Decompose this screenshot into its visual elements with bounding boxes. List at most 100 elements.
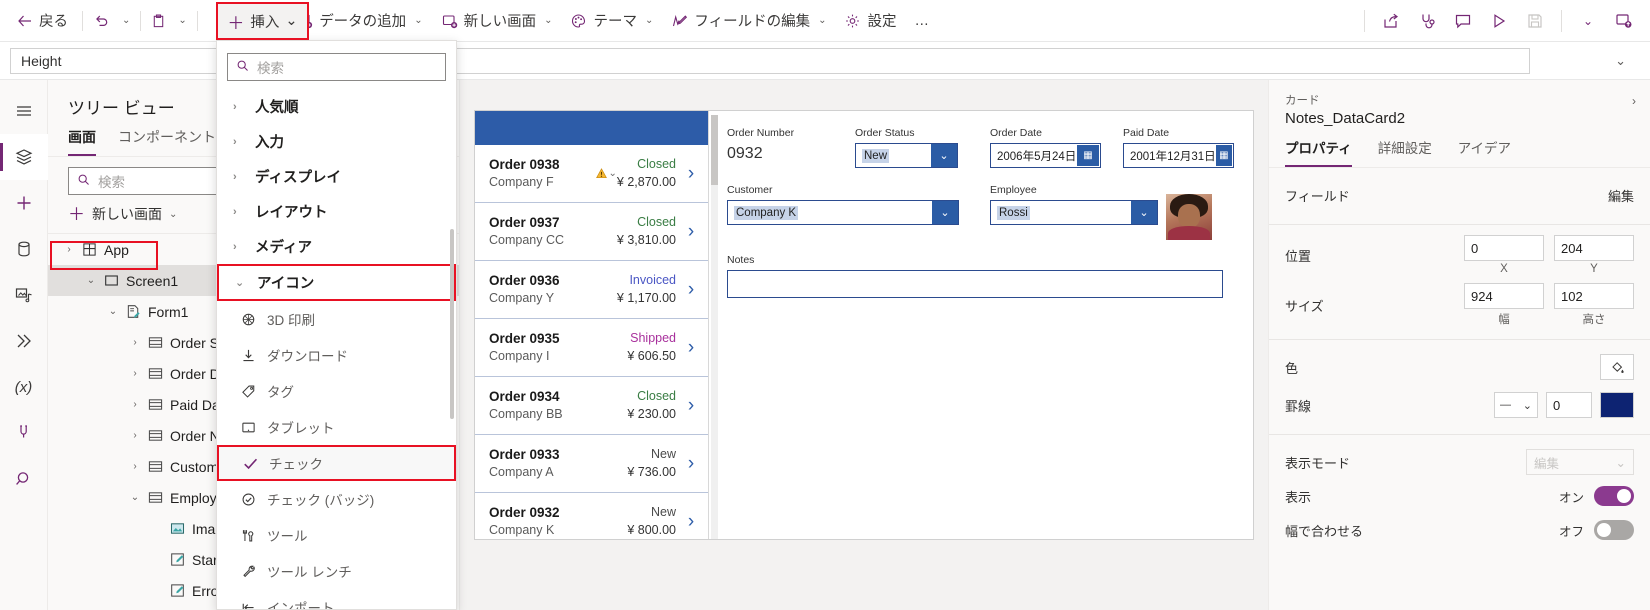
paid-date-input[interactable]: 2001年12月31日 ▦ xyxy=(1123,143,1234,168)
expander-icon[interactable]: › xyxy=(126,399,144,410)
search-icon[interactable] xyxy=(0,456,48,502)
insert-icon-item-import[interactable]: インポート xyxy=(217,589,456,609)
border-width-input[interactable]: 0 xyxy=(1546,392,1592,418)
insert-icon-item-tag[interactable]: タグ xyxy=(217,373,456,409)
insert-icon-item-download[interactable]: ダウンロード xyxy=(217,337,456,373)
insert-icon[interactable] xyxy=(0,180,48,226)
insert-panel-scrollbar[interactable] xyxy=(450,229,454,419)
insert-button[interactable]: ＋ 挿入 ⌄ xyxy=(216,2,309,40)
insert-category-item-4[interactable]: › メディア xyxy=(217,229,456,264)
media-icon[interactable] xyxy=(0,272,48,318)
edit-fields-button[interactable]: フィールドの編集 ⌄ xyxy=(662,4,835,38)
formula-bar-collapse-icon[interactable]: ⌄ xyxy=(1615,53,1640,69)
power-automate-icon[interactable] xyxy=(0,318,48,364)
insert-icon-item-check-badge[interactable]: チェック (バッジ) xyxy=(217,481,456,517)
insert-icon-item-wrench[interactable]: ツール レンチ xyxy=(217,553,456,589)
chevron-right-icon[interactable]: › xyxy=(680,337,702,359)
theme-button[interactable]: テーマ ⌄ xyxy=(561,4,662,38)
expander-icon[interactable]: ⌄ xyxy=(82,275,100,286)
tab-screens[interactable]: 画面 xyxy=(68,127,96,156)
insert-icon-item-check[interactable]: チェック xyxy=(217,445,456,481)
expander-icon[interactable]: › xyxy=(60,244,78,255)
gallery-item[interactable]: Order 0938 Company F ⌄ Closed ¥ 2,870.00 › xyxy=(475,145,708,203)
insert-icon-label: ツール xyxy=(267,529,308,544)
warning-icon[interactable]: ⌄ xyxy=(595,167,617,180)
paste-button[interactable] xyxy=(146,4,171,38)
tree-view-icon[interactable] xyxy=(0,134,48,180)
hamburger-menu-icon[interactable] xyxy=(0,88,48,134)
gallery-item[interactable]: Order 0935 Company I Shipped ¥ 606.50 › xyxy=(475,319,708,377)
form-scrollbar[interactable] xyxy=(711,115,718,539)
chevron-down-icon[interactable]: ⌄ xyxy=(1570,4,1606,38)
undo-dropdown[interactable]: ⌄ xyxy=(115,4,135,38)
app-checker-icon[interactable] xyxy=(0,410,48,456)
insert-icon-item-tools[interactable]: ツール xyxy=(217,517,456,553)
order-status-dropdown[interactable]: New ⌄ xyxy=(855,143,958,168)
preview-play-icon[interactable] xyxy=(1481,4,1517,38)
publish-icon[interactable] xyxy=(1606,4,1642,38)
gallery-item[interactable]: Order 0933 Company A New ¥ 736.00 › xyxy=(475,435,708,493)
expander-icon[interactable]: ⌄ xyxy=(126,492,144,503)
variables-icon[interactable]: (x) xyxy=(0,364,48,410)
chevron-right-icon[interactable]: › xyxy=(680,511,702,533)
chevron-right-icon[interactable]: › xyxy=(680,279,702,301)
employee-dropdown[interactable]: Rossi ⌄ xyxy=(990,200,1158,225)
insert-category-item-3[interactable]: › レイアウト xyxy=(217,194,456,229)
order-date-input[interactable]: 2006年5月24日 ▦ xyxy=(990,143,1101,168)
insert-icon-item-3d-print[interactable]: 3D 印刷 xyxy=(217,301,456,337)
tab-properties[interactable]: プロパティ xyxy=(1285,137,1352,167)
tab-ideas[interactable]: アイデア xyxy=(1458,137,1511,167)
expander-icon[interactable]: › xyxy=(126,430,144,441)
share-icon[interactable] xyxy=(1373,4,1409,38)
insert-category-item-0[interactable]: › 人気順 xyxy=(217,89,456,124)
chevron-right-icon[interactable]: › xyxy=(680,395,702,417)
paint-bucket-icon[interactable] xyxy=(1600,354,1634,380)
edit-field-link[interactable]: 編集 xyxy=(1608,186,1634,205)
company-name: Company K xyxy=(489,523,555,538)
gallery-item[interactable]: Order 0937 Company CC Closed ¥ 3,810.00 › xyxy=(475,203,708,261)
undo-button[interactable] xyxy=(88,4,115,38)
insert-icon-label: チェック (バッジ) xyxy=(267,493,375,508)
notes-input[interactable] xyxy=(727,270,1223,298)
fit-width-toggle[interactable] xyxy=(1594,520,1634,540)
tab-components[interactable]: コンポーネント xyxy=(118,127,216,156)
border-style-dropdown[interactable]: — ⌄ xyxy=(1494,392,1538,418)
gallery-item[interactable]: Order 0932 Company K New ¥ 800.00 › xyxy=(475,493,708,539)
comment-icon[interactable] xyxy=(1445,4,1481,38)
paste-dropdown[interactable]: ⌄ xyxy=(171,4,191,38)
expander-icon[interactable]: › xyxy=(126,461,144,472)
expander-icon[interactable]: › xyxy=(126,337,144,348)
back-button[interactable]: 戻る xyxy=(8,4,77,38)
calendar-icon[interactable]: ▦ xyxy=(1077,145,1099,166)
properties-collapse-icon[interactable]: › xyxy=(1632,94,1636,108)
chevron-right-icon[interactable]: › xyxy=(680,221,702,243)
calendar-icon[interactable]: ▦ xyxy=(1215,145,1232,166)
visible-toggle[interactable] xyxy=(1594,486,1634,506)
gallery-item[interactable]: Order 0934 Company BB Closed ¥ 230.00 › xyxy=(475,377,708,435)
more-commands-button[interactable]: … xyxy=(905,4,939,38)
display-mode-dropdown[interactable]: 編集 ⌄ xyxy=(1526,449,1634,475)
app-checker-icon[interactable] xyxy=(1409,4,1445,38)
insert-category-item-1[interactable]: › 入力 xyxy=(217,124,456,159)
customer-dropdown[interactable]: Company K ⌄ xyxy=(727,200,959,225)
tab-advanced[interactable]: 詳細設定 xyxy=(1378,137,1432,167)
chevron-right-icon[interactable]: › xyxy=(680,163,702,185)
size-width-input[interactable]: 924 xyxy=(1464,283,1544,309)
insert-icon-item-tablet[interactable]: タブレット xyxy=(217,409,456,445)
gallery-item[interactable]: Order 0936 Company Y Invoiced ¥ 1,170.00 › xyxy=(475,261,708,319)
position-x-input[interactable]: 0 xyxy=(1464,235,1544,261)
insert-category-item-2[interactable]: › ディスプレイ xyxy=(217,159,456,194)
position-y-input[interactable]: 204 xyxy=(1554,235,1634,261)
chevron-right-icon[interactable]: › xyxy=(680,453,702,475)
new-screen-button[interactable]: 新しい画面 ⌄ xyxy=(432,4,562,38)
insert-search-input[interactable]: 検索 xyxy=(227,53,446,81)
edit-fields-icon xyxy=(671,13,688,29)
expander-icon[interactable]: › xyxy=(126,368,144,379)
size-height-input[interactable]: 102 xyxy=(1554,283,1634,309)
insert-category-icons[interactable]: ⌄ アイコン xyxy=(217,264,456,301)
save-icon[interactable] xyxy=(1517,4,1553,38)
expander-icon[interactable]: ⌄ xyxy=(104,306,122,317)
border-color-swatch[interactable] xyxy=(1600,392,1634,418)
settings-button[interactable]: 設定 xyxy=(835,4,905,38)
data-icon[interactable] xyxy=(0,226,48,272)
